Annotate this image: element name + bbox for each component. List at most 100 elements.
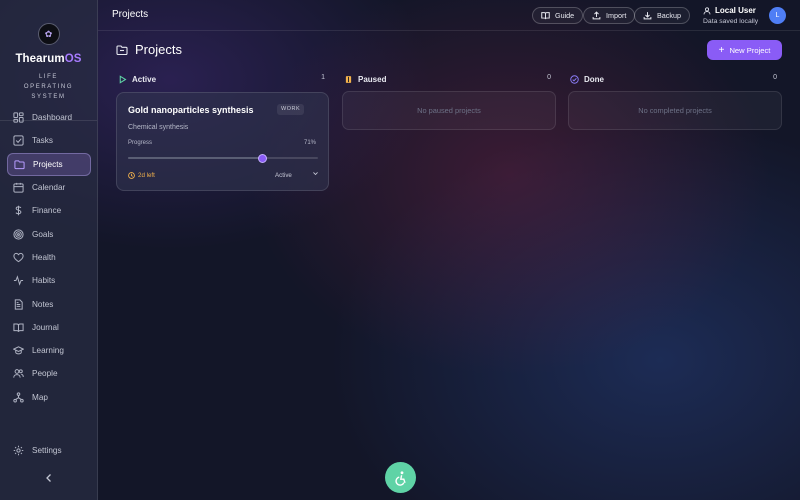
column-header-done: Done 0: [569, 73, 783, 85]
column-header-paused: Paused 0: [343, 73, 557, 85]
sidebar-item-label: Finance: [32, 206, 62, 216]
app-logo: ✿: [37, 23, 60, 45]
empty-state-paused: No paused projects: [342, 91, 556, 130]
accessibility-icon: [393, 470, 409, 486]
sidebar-item-health[interactable]: Health: [0, 246, 98, 269]
plus-icon: +: [718, 44, 725, 56]
sidebar-item-learning[interactable]: Learning: [0, 339, 98, 362]
note-icon: [12, 298, 24, 310]
new-project-label: New Project: [729, 45, 771, 55]
guide-button[interactable]: Guide: [532, 7, 584, 24]
backup-label: Backup: [657, 11, 681, 20]
sidebar-item-label: Notes: [32, 299, 54, 309]
progress-value: 71%: [303, 140, 316, 146]
sidebar-item-label: Health: [32, 252, 56, 262]
target-icon: [12, 228, 24, 240]
sidebar-item-tasks[interactable]: Tasks: [0, 129, 98, 152]
column-count: 0: [547, 74, 551, 81]
people-icon: [12, 368, 24, 380]
progress-fill: [128, 157, 263, 159]
pause-icon: [343, 74, 353, 84]
sidebar-item-dashboard[interactable]: Dashboard: [0, 106, 98, 129]
user-info: Local User Data saved locally: [703, 6, 758, 25]
import-button[interactable]: Import: [583, 7, 636, 24]
sidebar-item-goals[interactable]: Goals: [0, 222, 98, 245]
upload-icon: [592, 11, 601, 20]
sidebar-item-label: Habits: [32, 276, 56, 286]
collapse-sidebar-button[interactable]: [43, 472, 55, 486]
column-label: Active: [132, 74, 157, 84]
sidebar-item-label: Settings: [32, 446, 62, 456]
new-project-button[interactable]: + New Project: [707, 40, 782, 60]
heart-icon: [12, 251, 24, 263]
progress-slider[interactable]: [128, 153, 318, 163]
user-icon: [703, 6, 711, 15]
empty-state-done: No completed projects: [568, 91, 782, 130]
sidebar-item-label: Tasks: [32, 136, 53, 146]
status-select[interactable]: Active: [275, 170, 319, 181]
column-count: 1: [321, 74, 325, 81]
sidebar-item-label: Calendar: [32, 183, 66, 193]
sidebar-item-label: Journal: [32, 322, 59, 332]
column-label: Paused: [358, 74, 387, 84]
play-icon: [117, 74, 127, 84]
dollar-icon: [12, 205, 24, 217]
download-icon: [643, 11, 652, 20]
sidebar-item-map[interactable]: Map: [0, 386, 98, 409]
avatar[interactable]: L: [769, 7, 786, 24]
project-description: Chemical synthesis: [128, 124, 189, 131]
progress-slider-handle[interactable]: [258, 153, 268, 163]
sidebar-item-habits[interactable]: Habits: [0, 269, 98, 292]
sidebar-item-label: People: [32, 369, 58, 379]
book-icon: [12, 321, 24, 333]
brand-name: ThearumOS: [0, 53, 97, 65]
sidebar-nav: Dashboard Tasks Projects Calendar Financ…: [0, 106, 98, 409]
user-name: Local User: [715, 6, 756, 15]
sidebar-item-calendar[interactable]: Calendar: [0, 176, 98, 199]
accessibility-fab[interactable]: [385, 462, 416, 493]
check-circle-icon: [569, 74, 579, 84]
user-status: Data saved locally: [703, 18, 759, 25]
sidebar-item-notes[interactable]: Notes: [0, 292, 98, 315]
guide-label: Guide: [555, 11, 575, 20]
column-count: 0: [773, 74, 777, 81]
sidebar-item-label: Dashboard: [32, 113, 73, 123]
progress-label: Progress: [128, 140, 153, 146]
page-header: Projects: [116, 42, 182, 57]
brand-tagline: LIFE OPERATING SYSTEM: [23, 74, 74, 100]
due-text: 2d left: [138, 172, 155, 179]
sidebar-item-label: Goals: [32, 229, 54, 239]
backup-button[interactable]: Backup: [634, 7, 690, 24]
sidebar-item-projects[interactable]: Projects: [7, 152, 91, 176]
chevron-down-icon: [312, 170, 319, 179]
checkbox-icon: [12, 135, 24, 147]
sidebar-item-finance[interactable]: Finance: [0, 199, 98, 222]
clock-icon: [128, 172, 135, 179]
sidebar-item-label: Learning: [32, 346, 64, 356]
sidebar-item-people[interactable]: People: [0, 362, 98, 385]
status-value: Active: [275, 172, 292, 179]
import-label: Import: [606, 11, 627, 20]
sidebar-item-journal[interactable]: Journal: [0, 316, 98, 339]
graduation-cap-icon: [12, 345, 24, 357]
project-card[interactable]: Gold nanoparticles synthesis WORK Chemic…: [116, 92, 329, 191]
activity-icon: [12, 275, 24, 287]
calendar-icon: [12, 182, 24, 194]
sidebar-item-label: Projects: [33, 159, 63, 169]
top-bar-title: Projects: [112, 9, 149, 20]
brand-name-main: Thearum: [15, 53, 65, 65]
chevron-left-icon: [46, 474, 51, 482]
sidebar-item-label: Map: [32, 392, 48, 402]
sidebar-item-settings[interactable]: Settings: [0, 439, 62, 462]
project-title: Gold nanoparticles synthesis: [128, 105, 254, 115]
sidebar: ✿ ThearumOS LIFE OPERATING SYSTEM Dashbo…: [0, 0, 98, 500]
top-bar: Projects Guide Import Backup Local User …: [98, 0, 800, 31]
due-indicator: 2d left: [128, 172, 155, 179]
folder-icon: [13, 158, 25, 170]
map-icon: [12, 391, 24, 403]
gear-icon: [12, 445, 24, 457]
column-header-active: Active 1: [117, 73, 331, 85]
page-title: Projects: [135, 42, 182, 57]
brand-name-accent: OS: [64, 53, 82, 65]
dashboard-icon: [12, 112, 24, 124]
